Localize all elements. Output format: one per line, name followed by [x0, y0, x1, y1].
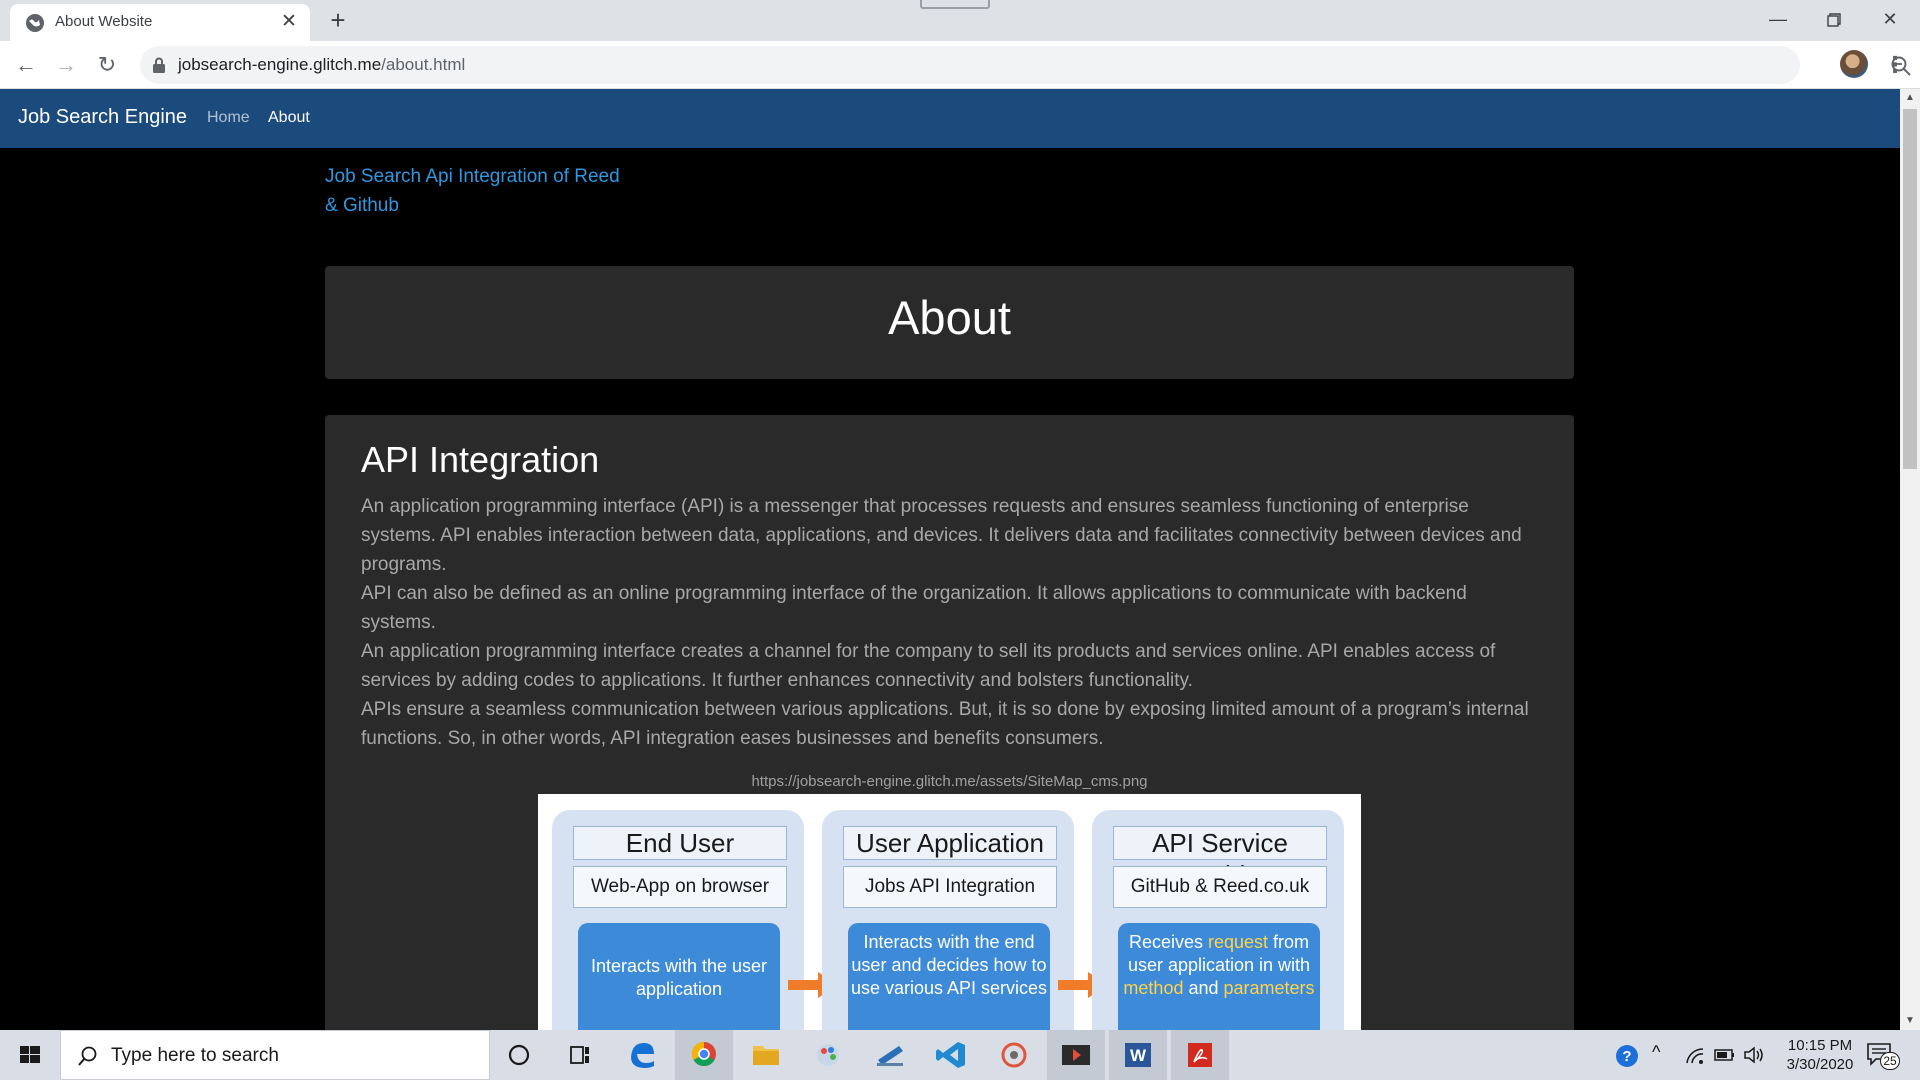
cortana-icon[interactable] [490, 1030, 548, 1080]
site-brand[interactable]: Job Search Engine [18, 106, 187, 129]
paint-app-icon[interactable] [799, 1030, 857, 1080]
site-navbar: Job Search Engine Home About [0, 89, 1900, 148]
svg-text:W: W [1130, 1046, 1147, 1065]
back-icon[interactable]: ← [12, 51, 40, 79]
browser-toolbar: ← → ↻ jobsearch-engine.glitch.me/about.h… [0, 41, 1920, 89]
column-description: Interacts with the end user and decides … [848, 923, 1050, 1030]
close-tab-icon[interactable]: ✕ [278, 11, 300, 33]
pdf-reader-icon[interactable] [1171, 1030, 1229, 1080]
forward-icon[interactable]: → [52, 51, 80, 79]
nav-link-about[interactable]: About [268, 109, 310, 127]
tab-title: About Website [55, 13, 153, 30]
sitemap-diagram: End User Web-App on browser Interacts wi… [538, 794, 1361, 1030]
notification-center-icon[interactable]: 25 [1866, 1040, 1902, 1070]
clock-date: 3/30/2020 [1786, 1056, 1854, 1073]
column-title: User Application [843, 826, 1057, 860]
window-close-icon[interactable]: ✕ [1862, 0, 1918, 41]
scrollbar-thumb[interactable] [1903, 109, 1917, 469]
taskbar-search-placeholder: Type here to search [111, 1045, 279, 1066]
paragraph: An application programming interface (AP… [361, 496, 1522, 575]
column-description: Interacts with the user application [578, 923, 780, 1030]
globe-icon [26, 14, 44, 32]
column-title: End User [573, 826, 787, 860]
new-tab-icon[interactable]: + [326, 7, 350, 33]
minimize-icon[interactable]: — [1750, 0, 1806, 41]
api-integration-card: API Integration An application programmi… [325, 415, 1574, 1030]
browser-tab[interactable]: About Website ✕ [10, 4, 310, 41]
tray-chevron-up-icon[interactable]: ^ [1652, 1042, 1660, 1063]
file-explorer-icon[interactable] [737, 1030, 795, 1080]
column-subtitle: Jobs API Integration [843, 866, 1057, 908]
windows-start-icon[interactable] [0, 1030, 60, 1080]
browser-titlebar: About Website ✕ + — ✕ [0, 0, 1920, 41]
notification-count-badge: 25 [1880, 1052, 1900, 1070]
clock-time: 10:15 PM [1787, 1037, 1853, 1054]
windows-taskbar: Type here to search W ? ^ 10:15 PM 3/30/… [0, 1030, 1920, 1080]
column-subtitle: GitHub & Reed.co.uk [1113, 866, 1327, 908]
wifi-icon[interactable] [1684, 1046, 1706, 1066]
video-app-icon[interactable] [1047, 1030, 1105, 1080]
media-player-icon[interactable] [985, 1030, 1043, 1080]
diagram-column-api-service-provider: API Service Provider GitHub & Reed.co.uk… [1092, 810, 1344, 1030]
svg-text:?: ? [1622, 1048, 1631, 1065]
address-bar[interactable]: jobsearch-engine.glitch.me/about.html ☆ [140, 46, 1911, 84]
url-text: jobsearch-engine.glitch.me/about.html [178, 55, 466, 74]
browser-menu-icon[interactable]: ⋮ [1884, 51, 1906, 79]
lock-icon [153, 57, 165, 73]
section-title: API Integration [361, 439, 600, 480]
task-view-icon[interactable] [551, 1030, 609, 1080]
battery-icon[interactable] [1714, 1047, 1736, 1063]
app-icon[interactable] [861, 1030, 919, 1080]
word-icon[interactable]: W [1109, 1030, 1167, 1080]
about-jumbotron: About [325, 266, 1574, 379]
nav-link-home[interactable]: Home [207, 109, 250, 127]
reload-icon[interactable]: ↻ [93, 51, 121, 79]
restore-icon[interactable] [1806, 0, 1862, 41]
volume-icon[interactable] [1743, 1045, 1767, 1065]
column-subtitle: Web-App on browser [573, 866, 787, 908]
vscode-icon[interactable] [923, 1030, 981, 1080]
page-title: About [888, 291, 1011, 344]
scroll-down-icon[interactable]: ▼ [1900, 1012, 1920, 1030]
system-clock[interactable]: 10:15 PM 3/30/2020 [1770, 1036, 1870, 1074]
search-icon [78, 1046, 97, 1066]
scroll-up-icon[interactable]: ▲ [1900, 89, 1920, 107]
page-viewport: Job Search Engine Home About Job Search … [0, 89, 1900, 1030]
diagram-column-user-application: User Application Jobs API Integration In… [822, 810, 1074, 1030]
edge-icon[interactable] [613, 1030, 671, 1080]
profile-avatar[interactable] [1840, 50, 1868, 78]
chrome-icon[interactable] [675, 1030, 733, 1080]
column-title: API Service Provider [1113, 826, 1327, 890]
diagram-column-end-user: End User Web-App on browser Interacts wi… [552, 810, 804, 1030]
taskbar-search-box[interactable]: Type here to search [60, 1030, 490, 1080]
paragraph: An application programming interface cre… [361, 641, 1496, 691]
image-caption: https://jobsearch-engine.glitch.me/asset… [751, 773, 1148, 790]
subtitle-link[interactable]: Job Search Api Integration of Reed & Git… [325, 162, 625, 220]
paragraph: API can also be defined as an online pro… [361, 583, 1467, 633]
window-drag-handle[interactable] [920, 0, 990, 9]
column-description: Receives request from user application i… [1118, 923, 1320, 1030]
help-icon[interactable]: ? [1614, 1043, 1640, 1069]
section-body: An application programming interface (AP… [361, 492, 1541, 753]
page-scrollbar[interactable]: ▲ ▼ [1900, 89, 1920, 1030]
paragraph: APIs ensure a seamless communication bet… [361, 699, 1529, 749]
